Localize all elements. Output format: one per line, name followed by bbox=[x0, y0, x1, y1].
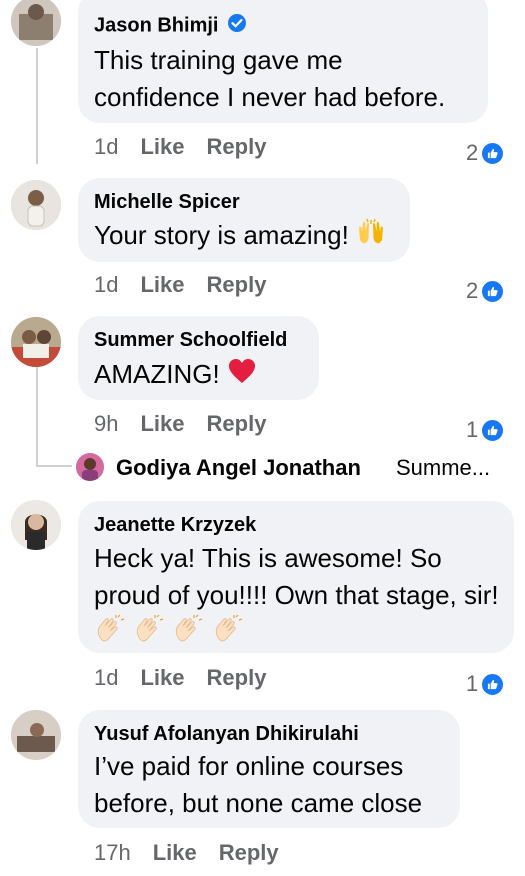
comment-actions: 1d Like Reply bbox=[94, 272, 266, 298]
thread-line-reply-elbow bbox=[36, 465, 72, 467]
comment-text: Your story is amazing! bbox=[94, 217, 386, 256]
reply-preview-author[interactable]: Godiya Angel Jonathan bbox=[116, 455, 361, 481]
thread-line-1 bbox=[36, 48, 38, 164]
comment-actions: 1d Like Reply bbox=[94, 665, 266, 691]
comment-text: Heck ya! This is awesome! So proud of yo… bbox=[94, 540, 514, 652]
like-button[interactable]: Like bbox=[140, 272, 184, 297]
reply-button[interactable]: Reply bbox=[207, 411, 267, 436]
red-heart-emoji bbox=[227, 357, 257, 395]
comment-time[interactable]: 9h bbox=[94, 411, 118, 436]
comment-actions: 17h Like Reply bbox=[94, 840, 279, 866]
avatar[interactable] bbox=[11, 710, 61, 760]
raising-hands-emoji bbox=[356, 218, 386, 256]
comment-actions: 9h Like Reply bbox=[94, 411, 266, 437]
reply-preview-snippet: Summe... bbox=[396, 455, 491, 480]
comment-time[interactable]: 1d bbox=[94, 665, 118, 690]
comment-author[interactable]: Michelle Spicer bbox=[94, 191, 240, 214]
clapping-emoji-row bbox=[94, 614, 514, 652]
like-thumb-icon bbox=[480, 140, 506, 166]
verified-badge-icon bbox=[227, 13, 247, 39]
reaction-count[interactable]: 1 bbox=[466, 671, 506, 697]
reply-button[interactable]: Reply bbox=[207, 134, 267, 159]
avatar[interactable] bbox=[11, 500, 61, 550]
comment-text: This training gave me confidence I never… bbox=[94, 45, 446, 112]
reaction-count[interactable]: 1 bbox=[466, 417, 506, 443]
comment-author[interactable]: Jeanette Krzyzek bbox=[94, 514, 256, 537]
avatar[interactable] bbox=[11, 0, 61, 46]
like-thumb-icon bbox=[480, 417, 506, 443]
avatar bbox=[76, 453, 104, 481]
clapping-hands-emoji bbox=[94, 614, 126, 654]
reaction-count[interactable]: 2 bbox=[466, 278, 506, 304]
comment-time[interactable]: 1d bbox=[94, 272, 118, 297]
comment-text: I’ve paid for online courses before, but… bbox=[94, 751, 423, 818]
avatar[interactable] bbox=[11, 180, 61, 230]
like-button[interactable]: Like bbox=[140, 411, 184, 436]
comment-author[interactable]: Jason Bhimji bbox=[94, 13, 247, 39]
reaction-count[interactable]: 2 bbox=[466, 140, 506, 166]
like-thumb-icon bbox=[480, 671, 506, 697]
clapping-hands-emoji bbox=[212, 614, 244, 654]
comment-time[interactable]: 1d bbox=[94, 134, 118, 159]
reply-button[interactable]: Reply bbox=[207, 272, 267, 297]
reply-button[interactable]: Reply bbox=[207, 665, 267, 690]
comment-time[interactable]: 17h bbox=[94, 840, 131, 865]
like-button[interactable]: Like bbox=[140, 134, 184, 159]
thread-line-reply bbox=[36, 366, 38, 466]
reply-button[interactable]: Reply bbox=[219, 840, 279, 865]
clapping-hands-emoji bbox=[172, 614, 204, 654]
comment-author[interactable]: Yusuf Afolanyan Dhikirulahi bbox=[94, 723, 359, 746]
like-button[interactable]: Like bbox=[140, 665, 184, 690]
comment-author[interactable]: Summer Schoolfield bbox=[94, 329, 287, 352]
comment-text: AMAZING! bbox=[94, 356, 257, 395]
comment-actions: 1d Like Reply bbox=[94, 134, 266, 160]
like-button[interactable]: Like bbox=[153, 840, 197, 865]
clapping-hands-emoji bbox=[133, 614, 165, 654]
avatar[interactable] bbox=[11, 317, 61, 367]
like-thumb-icon bbox=[480, 278, 506, 304]
